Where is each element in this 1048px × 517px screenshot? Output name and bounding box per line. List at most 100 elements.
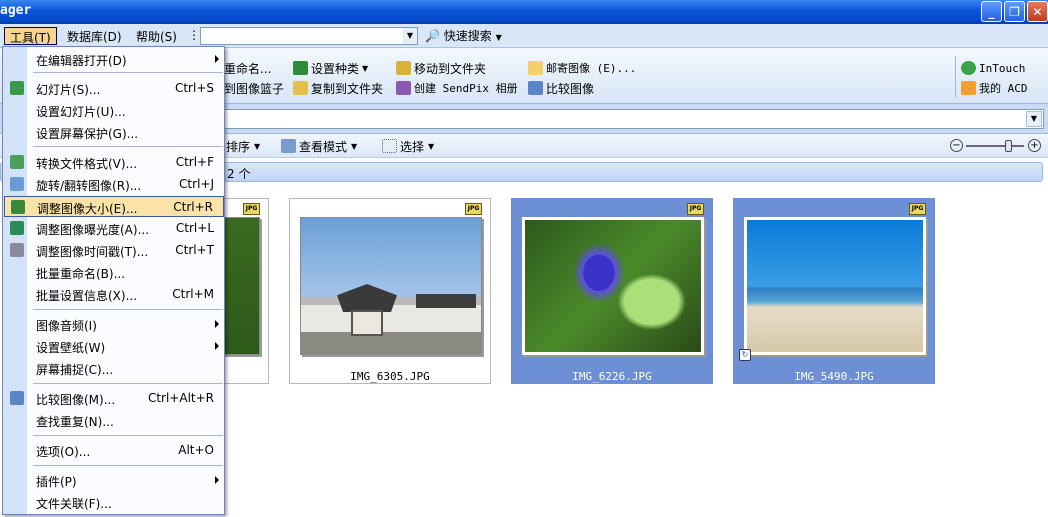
menu-item-plugins[interactable]: 插件(P) — [4, 470, 224, 491]
rename-button[interactable]: 重命名... — [224, 59, 271, 77]
beach-photo — [744, 217, 926, 355]
menu-item-label: 旋转/翻转图像(R)... — [36, 179, 142, 193]
select-button[interactable]: 选择 ▼ — [382, 137, 434, 155]
menu-database[interactable]: 数据库(D) — [62, 27, 127, 45]
menu-item-find-duplicates[interactable]: 查找重复(N)... — [4, 410, 224, 431]
zoom-out-icon[interactable]: − — [950, 139, 963, 152]
menu-item-label: 调整图像时间戳(T)... — [36, 245, 149, 259]
menu-item-screen-capture[interactable]: 屏幕捕捉(C)... — [4, 358, 224, 379]
my-acd-button[interactable]: 我的 ACD — [961, 79, 1028, 97]
menu-item-compare[interactable]: 比较图像(M)... Ctrl+Alt+R — [4, 388, 224, 409]
jpg-badge: JPG — [687, 203, 704, 215]
chevron-down-icon: ▼ — [254, 141, 261, 151]
chevron-down-icon: ▼ — [495, 33, 502, 42]
menu-item-image-audio[interactable]: 图像音频(I) — [4, 314, 224, 335]
select-label: 选择 — [400, 139, 425, 154]
mail-image-button[interactable]: 邮寄图像 (E)... — [528, 59, 636, 77]
quick-search-button[interactable]: 🔎 快速搜索 ▼ — [425, 27, 502, 45]
image-basket-button[interactable]: 到图像篮子 — [224, 79, 284, 97]
building-photo — [300, 217, 482, 355]
menu-separator — [33, 72, 223, 73]
chevron-down-icon: ▼ — [351, 141, 358, 151]
zoom-thumb[interactable] — [1005, 140, 1012, 152]
compare-images-label: 比较图像 — [546, 81, 595, 96]
menu-item-file-associations[interactable]: 文件关联(F)... — [4, 492, 224, 513]
minimize-button[interactable]: _ — [981, 1, 1002, 22]
sort-button[interactable]: 排序 ▼ — [226, 137, 260, 155]
thumbnail-caption: IMG_5490.JPG — [794, 370, 874, 383]
menu-item-shortcut: Ctrl+J — [179, 177, 214, 191]
maximize-button[interactable]: ❐ — [1004, 1, 1025, 22]
view-mode-icon — [281, 139, 296, 153]
jpg-badge: JPG — [465, 203, 482, 215]
menu-item-label: 图像音频(I) — [36, 319, 97, 333]
menu-item-shortcut: Ctrl+L — [175, 221, 214, 235]
rename-label: 重命名... — [224, 61, 272, 76]
move-to-folder-button[interactable]: 移动到文件夹 — [396, 59, 486, 77]
menu-help[interactable]: 帮助(S) — [131, 27, 182, 45]
my-acd-label: 我的 ACD — [979, 82, 1028, 95]
menu-item-label: 设置壁纸(W) — [36, 341, 106, 355]
intouch-label: InTouch — [979, 61, 1026, 75]
menu-item-slideshow-settings[interactable]: 设置幻灯片(U)... — [4, 100, 224, 121]
menu-item-slideshow[interactable]: 幻灯片(S)... Ctrl+S — [4, 78, 224, 99]
window-title: ager — [0, 3, 32, 18]
intouch-button[interactable]: InTouch — [961, 59, 1025, 77]
acd-icon — [961, 81, 976, 95]
path-combo[interactable]: ▼ — [200, 27, 418, 45]
menu-item-label: 文件关联(F)... — [36, 497, 112, 511]
chevron-down-icon[interactable]: ▼ — [1026, 111, 1042, 127]
menu-item-label: 幻灯片(S)... — [36, 83, 101, 97]
tools-menu: 在编辑器打开(D) 幻灯片(S)... Ctrl+S 设置幻灯片(U)... 设… — [2, 46, 225, 515]
thumbnail-img-6226[interactable]: JPG IMG_6226.JPG — [511, 198, 713, 384]
zoom-track[interactable] — [966, 145, 1024, 147]
menu-item-label: 屏幕捕捉(C)... — [36, 363, 114, 377]
menu-item-exposure[interactable]: 调整图像曝光度(A)... Ctrl+L — [4, 218, 224, 239]
menu-item-shortcut: Alt+O — [178, 443, 214, 457]
menu-item-rotate-flip[interactable]: 旋转/翻转图像(R)... Ctrl+J — [4, 174, 224, 195]
create-sendpix-label: 创建 SendPix 相册 — [414, 82, 518, 95]
copy-to-folder-button[interactable]: 复制到文件夹 — [293, 79, 383, 97]
thumbnail-img-6305[interactable]: JPG IMG_6305.JPG — [289, 198, 491, 384]
chevron-down-icon: ▼ — [428, 141, 435, 151]
menu-item-options[interactable]: 选项(O)... Alt+O — [4, 440, 224, 461]
zoom-slider[interactable]: − + — [950, 139, 1042, 153]
compare-icon — [10, 391, 24, 405]
sort-label: 排序 — [226, 139, 251, 154]
slideshow-icon — [10, 81, 24, 95]
menu-item-label: 转换文件格式(V)... — [36, 157, 138, 171]
gate-roof — [337, 284, 397, 312]
menu-bar: 工具(T) 数据库(D) 帮助(S) ⋮ ▼ 🔎 快速搜索 ▼ — [0, 24, 1048, 48]
menu-tools[interactable]: 工具(T) — [4, 27, 57, 45]
menu-item-shortcut: Ctrl+Alt+R — [147, 391, 214, 405]
create-sendpix-button[interactable]: 创建 SendPix 相册 — [396, 79, 518, 97]
thumbnail-img-5490[interactable]: JPG ↻ IMG_5490.JPG — [733, 198, 935, 384]
menu-item-label: 查找重复(N)... — [36, 415, 114, 429]
menu-item-shortcut: Ctrl+R — [173, 200, 213, 214]
menu-item-timestamp[interactable]: 调整图像时间戳(T)... Ctrl+T — [4, 240, 224, 261]
menu-item-screensaver[interactable]: 设置屏幕保护(G)... — [4, 122, 224, 143]
close-button[interactable]: ✕ — [1027, 1, 1048, 22]
menu-separator — [33, 435, 223, 436]
menu-separator — [33, 383, 223, 384]
set-category-button[interactable]: 设置种类 ▼ — [293, 59, 368, 77]
sendpix-icon — [396, 81, 411, 95]
menu-item-resize[interactable]: 调整图像大小(E)... Ctrl+R — [4, 196, 224, 217]
menu-item-convert-format[interactable]: 转换文件格式(V)... Ctrl+F — [4, 152, 224, 173]
gate-body — [351, 310, 383, 336]
compare-images-button[interactable]: 比较图像 — [528, 79, 594, 97]
zoom-in-icon[interactable]: + — [1028, 139, 1041, 152]
jpg-badge: JPG — [909, 203, 926, 215]
chevron-down-icon[interactable]: ▼ — [403, 28, 417, 44]
exposure-icon — [10, 221, 24, 235]
menu-item-batch-info[interactable]: 批量设置信息(X)... Ctrl+M — [4, 284, 224, 305]
view-mode-button[interactable]: 查看模式 ▼ — [281, 137, 357, 155]
submenu-arrow-icon — [215, 320, 219, 328]
jpg-badge: JPG — [243, 203, 260, 215]
menu-item-wallpaper[interactable]: 设置壁纸(W) — [4, 336, 224, 357]
address-input[interactable]: ▼ — [218, 109, 1044, 129]
folder-copy-icon — [293, 81, 308, 95]
thumbnail-caption: IMG_6305.JPG — [350, 370, 430, 383]
menu-item-batch-rename[interactable]: 批量重命名(B)... — [4, 262, 224, 283]
menu-item-open-editor[interactable]: 在编辑器打开(D) — [4, 49, 224, 70]
